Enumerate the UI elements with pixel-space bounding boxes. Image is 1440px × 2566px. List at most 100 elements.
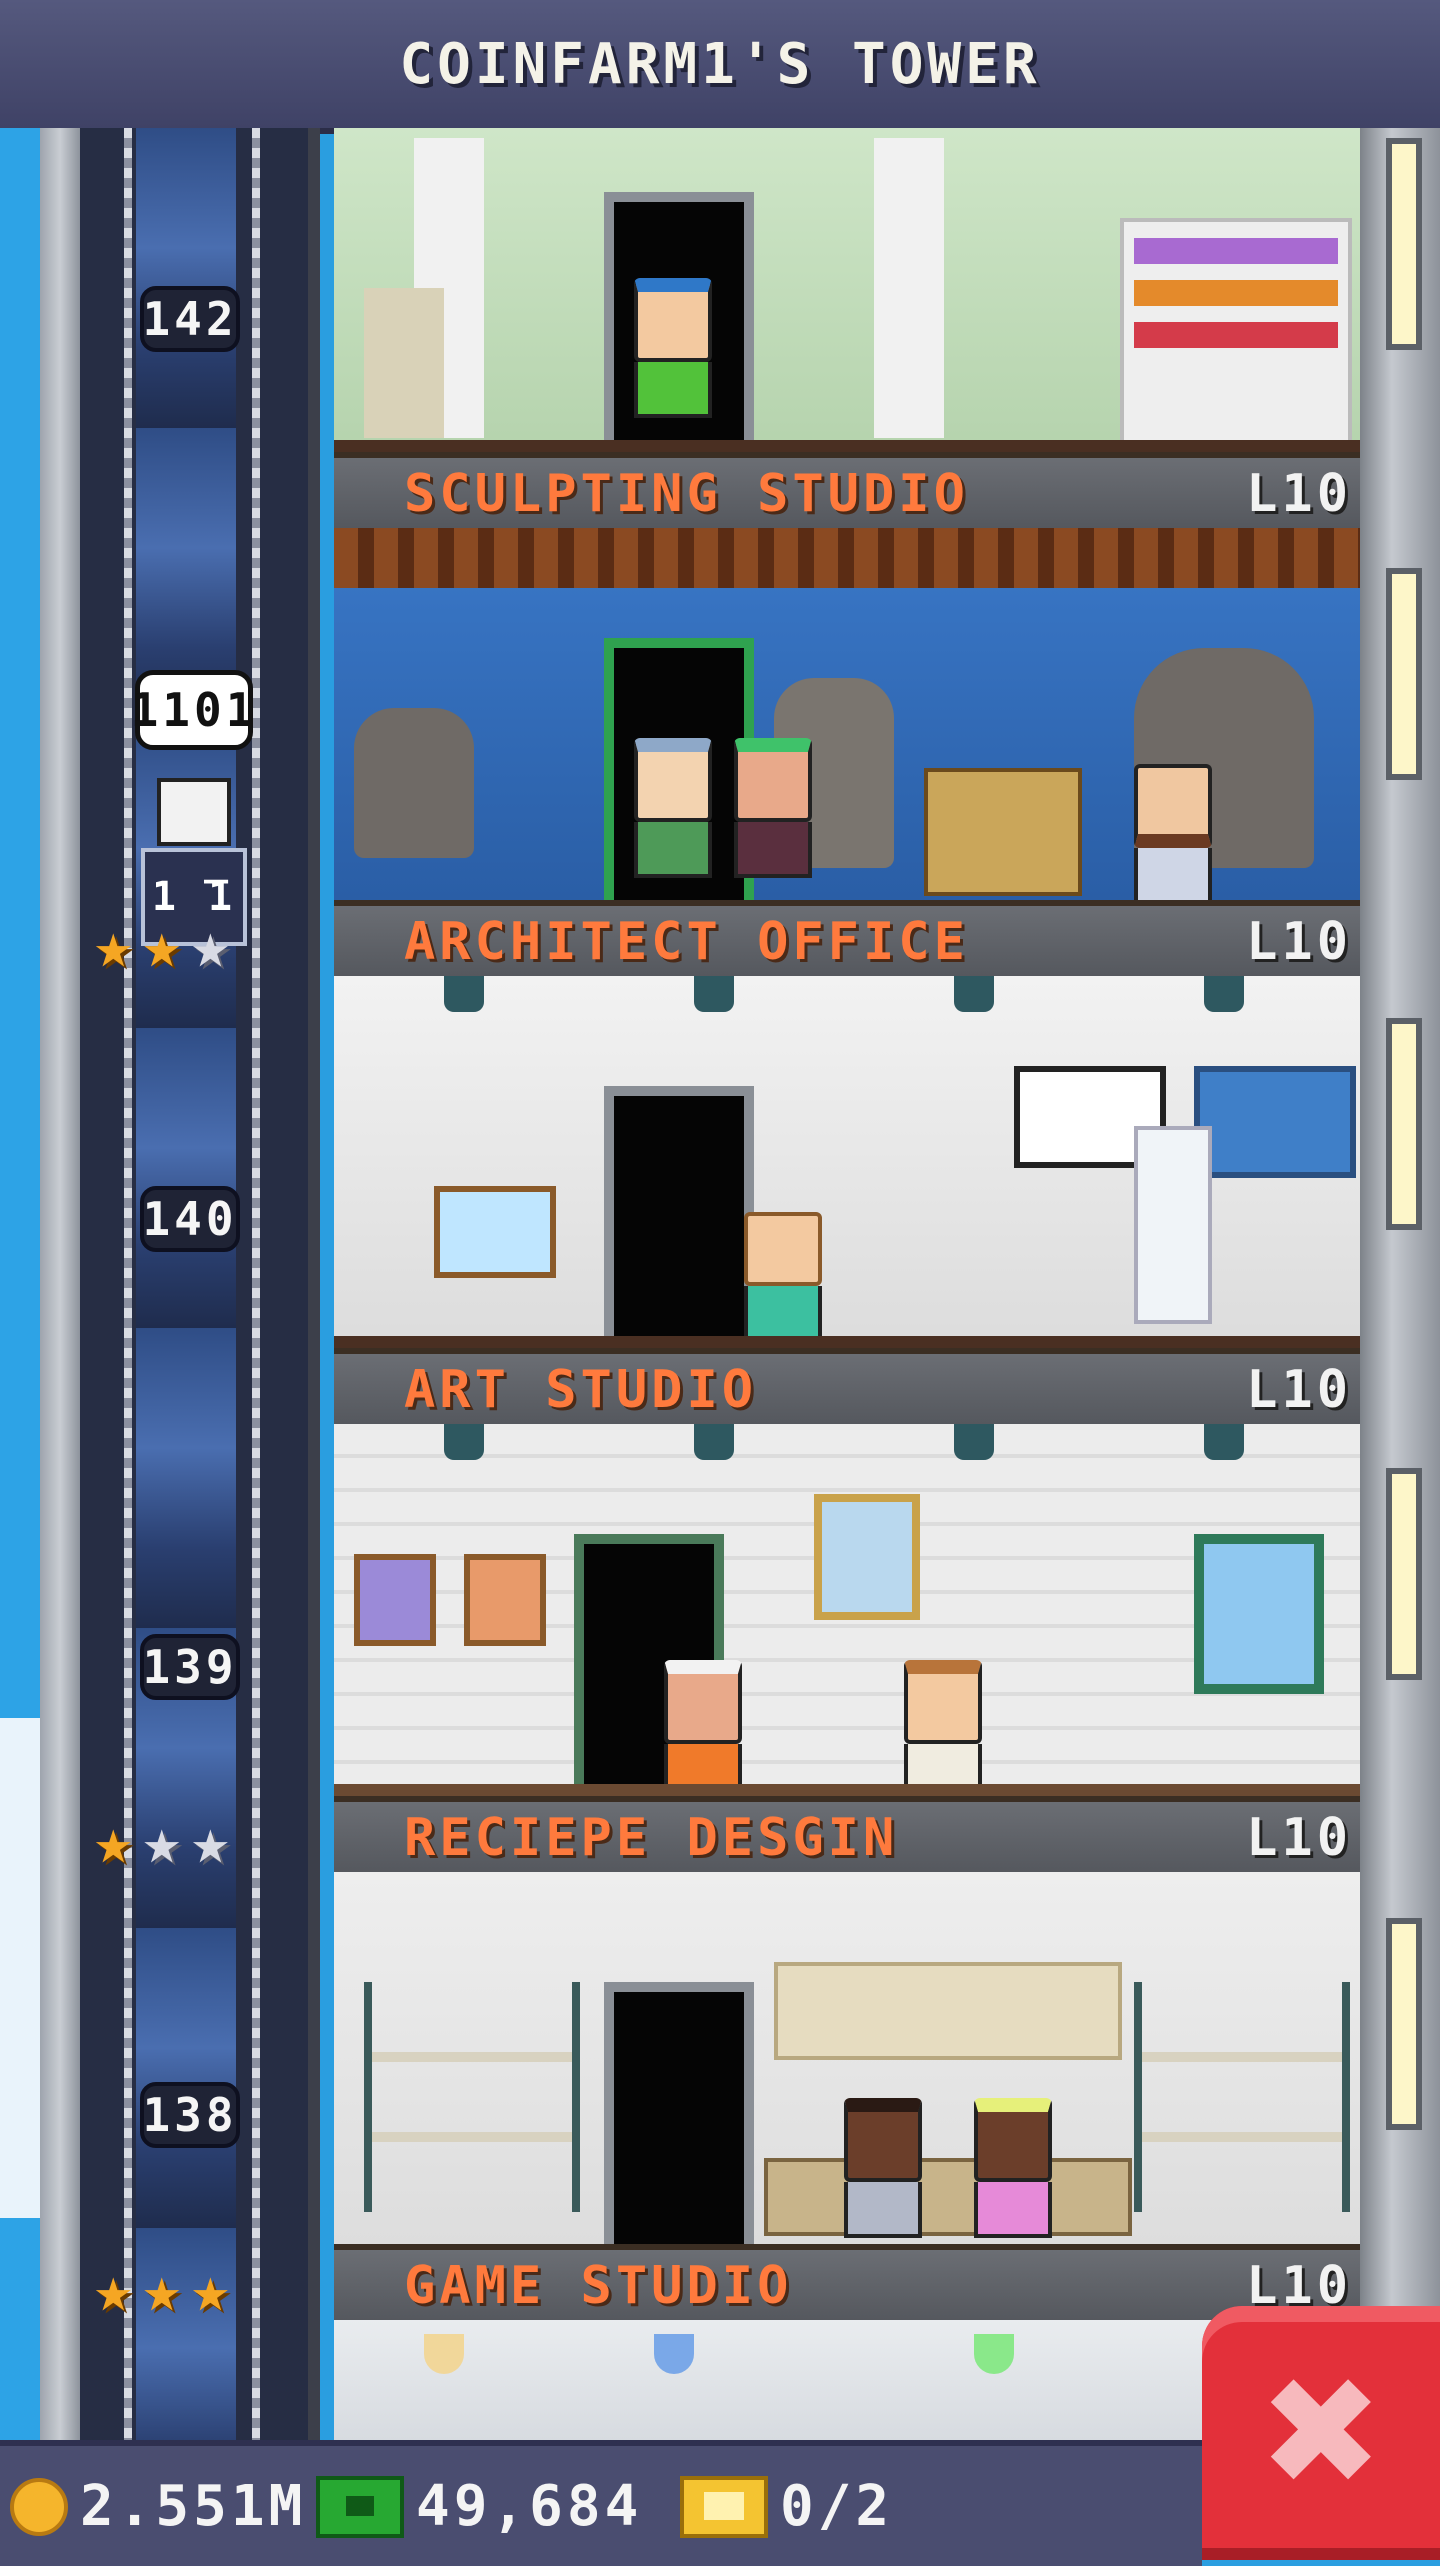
room-interior xyxy=(334,1424,1360,1806)
bux-value: 49,684 xyxy=(416,2474,643,2539)
ceiling-lamp xyxy=(694,1424,734,1460)
tickets-display[interactable]: 0/2 xyxy=(680,2474,893,2539)
floor-architect-office[interactable]: ARCHITECT OFFICE L10 xyxy=(334,528,1360,976)
floor-level: L10 xyxy=(1246,1360,1352,1420)
floor-number-140: 140 xyxy=(140,1186,240,1252)
gold-star-icon: ★ xyxy=(94,2253,133,2327)
gold-star-icon: ★ xyxy=(94,909,133,983)
wall-light xyxy=(1386,568,1422,780)
kitchen-counter xyxy=(764,2158,1132,2236)
ticket-icon xyxy=(680,2475,768,2538)
floor-level: L10 xyxy=(1246,1808,1352,1868)
bux-icon xyxy=(316,2475,404,2538)
floor-label-bar: SCULPTING STUDIO L10 xyxy=(334,452,1360,528)
coins-display[interactable]: 2.551M xyxy=(10,2474,306,2539)
resident[interactable] xyxy=(634,738,712,878)
window xyxy=(1194,1534,1324,1694)
floor-game-studio[interactable]: GAME STUDIO L10 xyxy=(334,1872,1360,2320)
fabric-shelves xyxy=(1120,218,1352,446)
framed-picture xyxy=(814,1494,920,1620)
gold-star-icon: ★ xyxy=(142,909,182,983)
framed-picture xyxy=(354,1554,436,1646)
floor-name: ART STUDIO xyxy=(404,1360,758,1420)
gold-star-icon: ★ xyxy=(191,2253,230,2327)
close-button[interactable]: ✖ xyxy=(1202,2306,1440,2560)
framed-picture xyxy=(464,1554,546,1646)
floor-stars-reciepe-desgin: ★ ★ ★ xyxy=(94,1810,230,1874)
elevator-passenger-bubble: 1101 xyxy=(131,670,253,750)
resident[interactable] xyxy=(1134,764,1212,904)
resident[interactable] xyxy=(974,2098,1052,2238)
easel-painting xyxy=(434,1186,556,1278)
bux-display[interactable]: 49,684 xyxy=(316,2474,642,2539)
floor-stars-architect-office: ★ ★ ★ xyxy=(94,914,230,978)
silver-star-icon: ★ xyxy=(142,1805,182,1879)
floor-label-bar: RECIEPE DESGIN L10 xyxy=(334,1796,1360,1872)
coin-icon xyxy=(10,2477,68,2536)
elevator-shaft[interactable]: 142 140 139 138 1101 1 ̅1 ★ ★ ★ ★ ★ ★ ★ … xyxy=(80,128,320,2440)
kitchen-cabinets xyxy=(774,1962,1122,2060)
elevator-car[interactable]: 1101 1 ̅1 xyxy=(131,548,253,948)
gold-star-icon: ★ xyxy=(94,1805,133,1879)
gold-star-icon: ★ xyxy=(142,2253,182,2327)
ceiling-lamp xyxy=(954,1424,994,1460)
floor-sculpting-studio[interactable]: SCULPTING STUDIO L10 xyxy=(334,128,1360,528)
hanging-lamp xyxy=(424,2334,464,2374)
blueprint-poster xyxy=(1194,1066,1356,1178)
outer-wall xyxy=(40,128,80,2440)
floor-number-139: 139 xyxy=(140,1634,240,1700)
ceiling-lamp xyxy=(444,976,484,1012)
floor-name: ARCHITECT OFFICE xyxy=(404,912,969,972)
ceiling-lamp xyxy=(444,1424,484,1460)
sky-background xyxy=(0,128,40,2440)
floor-trim xyxy=(334,1784,1360,1796)
room-interior xyxy=(334,1872,1360,2254)
resident[interactable] xyxy=(904,1660,982,1800)
floor-level: L10 xyxy=(1246,464,1352,524)
resident[interactable] xyxy=(844,2098,922,2238)
kitchen-shelves xyxy=(1134,1982,1350,2212)
floor-level: L10 xyxy=(1246,912,1352,972)
floor-number-142: 142 xyxy=(140,286,240,352)
elevator-cable-left xyxy=(124,128,132,2440)
statue xyxy=(354,708,474,858)
resident-cowboy[interactable] xyxy=(634,278,712,418)
shaft-rail xyxy=(308,128,320,2440)
shelf xyxy=(924,768,1082,896)
floor-label-bar: ART STUDIO L10 xyxy=(334,1348,1360,1424)
floor-stars-game-studio: ★ ★ ★ xyxy=(94,2258,230,2322)
wall-light xyxy=(1386,138,1422,350)
floor-number-138: 138 xyxy=(140,2082,240,2148)
floor-reciepe-desgin[interactable]: RECIEPE DESGIN L10 xyxy=(334,1424,1360,1872)
hanging-lamp xyxy=(974,2334,1014,2374)
resident[interactable] xyxy=(664,1660,742,1800)
silver-star-icon: ★ xyxy=(191,909,230,983)
right-wall xyxy=(1360,128,1440,2440)
room-interior xyxy=(334,128,1360,452)
room-door xyxy=(604,1982,754,2254)
ceiling-lamp xyxy=(694,976,734,1012)
floor-name: RECIEPE DESGIN xyxy=(404,1808,899,1868)
wall-light xyxy=(1386,1918,1422,2130)
computer-desk xyxy=(364,288,444,438)
floor-trim xyxy=(334,1336,1360,1348)
close-icon: ✖ xyxy=(1258,2346,1384,2520)
kitchen-shelves xyxy=(364,1982,580,2212)
resident[interactable] xyxy=(734,738,812,878)
tower-title: COINFARM1'S TOWER xyxy=(399,31,1041,97)
tower-header: COINFARM1'S TOWER xyxy=(0,0,1440,134)
wall-light xyxy=(1386,1018,1422,1230)
tickets-value: 0/2 xyxy=(780,2474,894,2539)
floor-art-studio[interactable]: ART STUDIO L10 xyxy=(334,976,1360,1424)
ceiling-lamp xyxy=(1204,1424,1244,1460)
ceiling-lamp xyxy=(1204,976,1244,1012)
elevator-cable-right xyxy=(252,128,260,2440)
floor-name: SCULPTING STUDIO xyxy=(404,464,969,524)
coins-value: 2.551M xyxy=(80,2474,307,2539)
room-interior xyxy=(334,976,1360,1358)
status-bar: 2.551M 49,684 0/2 xyxy=(0,2440,1202,2566)
wall-light xyxy=(1386,1468,1422,1680)
resident[interactable] xyxy=(744,1212,822,1342)
floor-trim xyxy=(334,440,1360,452)
ceiling-trim xyxy=(334,528,1360,588)
